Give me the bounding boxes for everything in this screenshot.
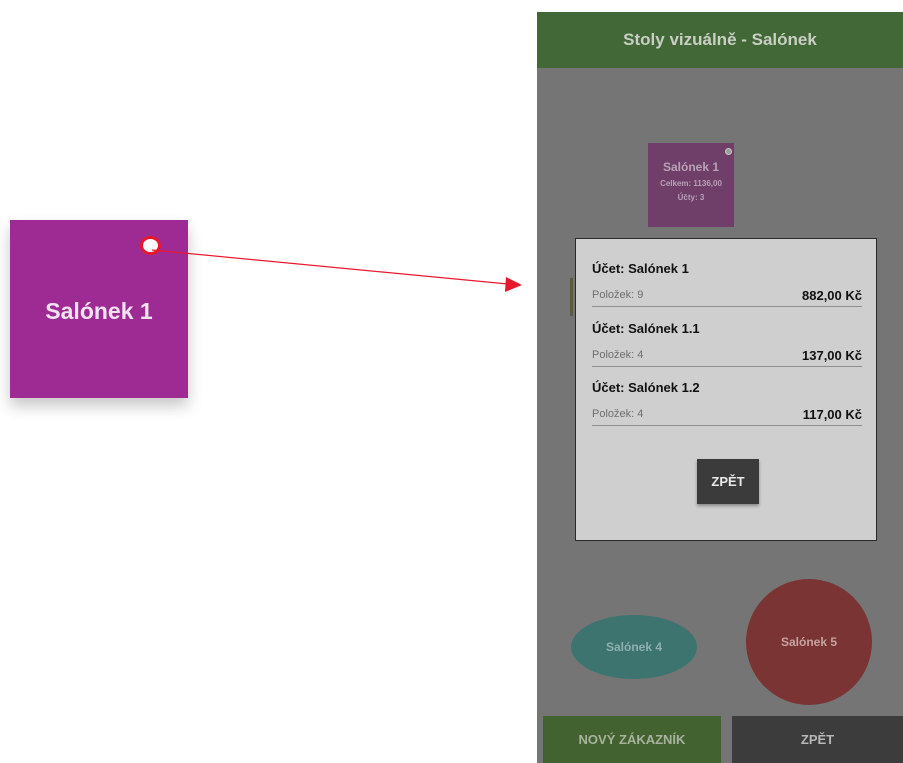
table-accounts: Účty: 3 [677, 193, 705, 202]
hidden-table-edge [570, 278, 573, 316]
status-dot-icon [140, 236, 161, 255]
account-item[interactable]: Účet: Salónek 1 Položek: 9 882,00 Kč [592, 261, 862, 319]
table-salonek-1[interactable]: Salónek 1 Celkem: 1136,00 Účty: 3 [648, 143, 734, 227]
table-salonek-4[interactable]: Salónek 4 [571, 615, 697, 679]
account-item[interactable]: Účet: Salónek 1.2 Položek: 4 117,00 Kč [592, 380, 862, 438]
accounts-dialog: Účet: Salónek 1 Položek: 9 882,00 Kč Úče… [575, 238, 877, 541]
account-item[interactable]: Účet: Salónek 1.1 Položek: 4 137,00 Kč [592, 321, 862, 379]
account-title: Účet: Salónek 1.2 [592, 380, 700, 395]
divider [592, 366, 862, 367]
account-item-count: Položek: 4 [592, 408, 644, 420]
account-title: Účet: Salónek 1 [592, 261, 689, 276]
table-salonek-5[interactable]: Salónek 5 [746, 579, 872, 705]
zoomed-table-label: Salónek 1 [45, 297, 153, 324]
page-title: Stoly vizuálně - Salónek [537, 12, 903, 68]
back-button[interactable]: ZPĚT [732, 716, 903, 763]
status-dot-icon [725, 148, 732, 155]
account-amount: 117,00 Kč [802, 407, 862, 422]
account-amount: 137,00 Kč [802, 348, 862, 363]
account-title: Účet: Salónek 1.1 [592, 321, 700, 336]
new-customer-button[interactable]: NOVÝ ZÁKAZNÍK [543, 716, 721, 763]
zoomed-table-tile: Salónek 1 [10, 220, 188, 398]
phone-screen: Stoly vizuálně - Salónek Salónek 1 Celke… [537, 12, 903, 763]
divider [592, 425, 862, 426]
account-item-count: Položek: 9 [592, 289, 644, 301]
account-item-count: Položek: 4 [592, 349, 644, 361]
account-amount: 882,00 Kč [802, 288, 862, 303]
dialog-back-button[interactable]: ZPĚT [697, 459, 759, 504]
table-total: Celkem: 1136,00 [660, 179, 722, 188]
table-name: Salónek 1 [662, 160, 720, 174]
divider [592, 306, 862, 307]
